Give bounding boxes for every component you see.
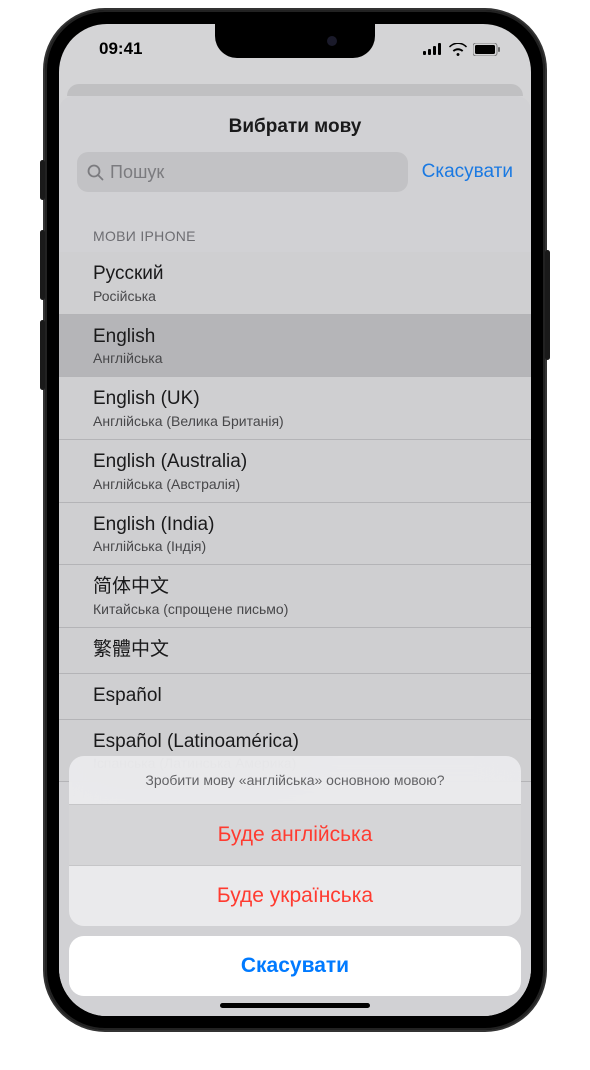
side-button [40, 230, 45, 300]
action-sheet-group: Зробити мову «англійська» основною мовою… [69, 756, 521, 926]
status-time: 09:41 [99, 39, 142, 59]
wifi-icon [449, 43, 467, 56]
cellular-icon [423, 43, 443, 55]
phone-frame: 09:41 Вибрати мову Пошук Скасувати МОВИ … [45, 10, 545, 1030]
screen: 09:41 Вибрати мову Пошук Скасувати МОВИ … [59, 24, 531, 1016]
action-sheet: Зробити мову «англійська» основною мовою… [69, 756, 521, 996]
notch [215, 24, 375, 58]
card-stack-background [67, 84, 523, 96]
action-sheet-cancel-button[interactable]: Скасувати [69, 936, 521, 996]
action-sheet-option-button[interactable]: Буде українська [69, 866, 521, 926]
action-sheet-option-button[interactable]: Буде англійська [69, 805, 521, 866]
home-indicator[interactable] [220, 1003, 370, 1008]
language-picker-sheet: Вибрати мову Пошук Скасувати МОВИ IPHONE… [59, 96, 531, 1016]
side-button [40, 320, 45, 390]
action-sheet-title: Зробити мову «англійська» основною мовою… [69, 756, 521, 805]
status-indicators [423, 43, 501, 56]
side-button [40, 160, 45, 200]
side-button [545, 250, 550, 360]
battery-icon [473, 43, 501, 56]
